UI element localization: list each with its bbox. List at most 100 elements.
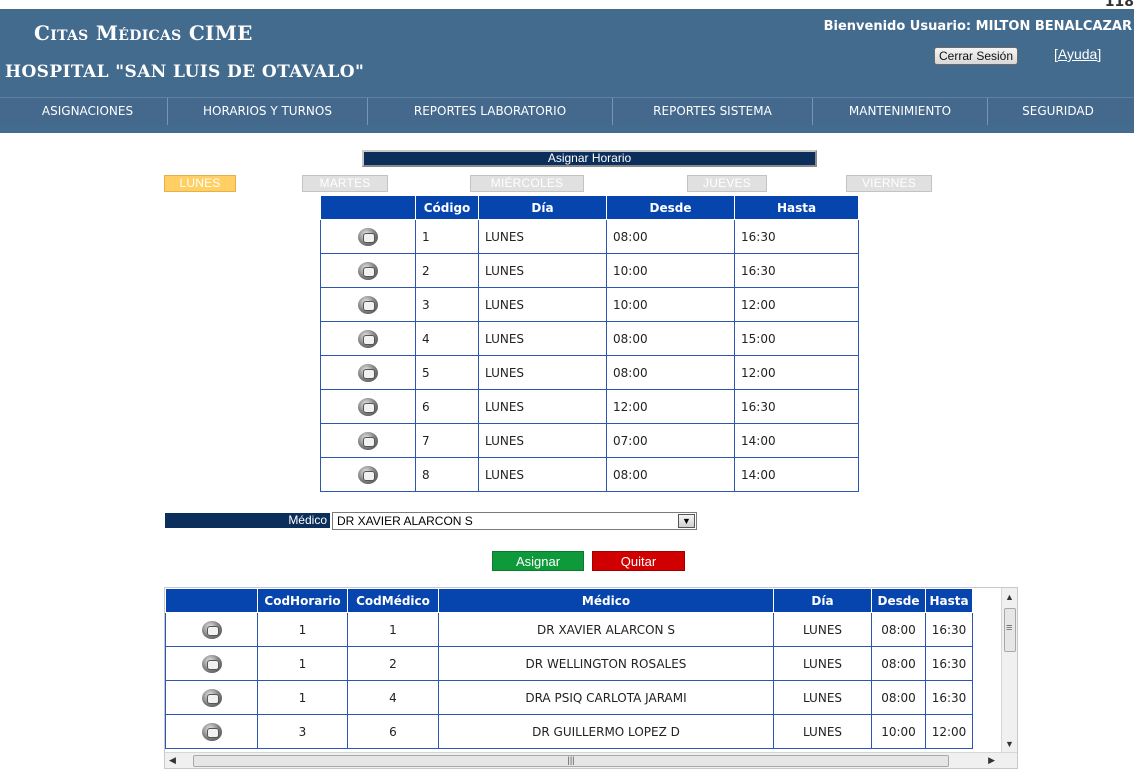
table-cell: 16:30 [925, 680, 973, 715]
column-header-dia[interactable]: Día [773, 588, 872, 613]
chevron-down-icon[interactable]: ▼ [678, 514, 695, 528]
select-cell[interactable] [320, 423, 416, 458]
horizontal-scroll-thumb[interactable]: ||| [193, 755, 949, 767]
menu-item-seguridad[interactable]: SEGURIDAD [988, 98, 1128, 125]
horizontal-scrollbar[interactable]: ◀ ||| ▶ [165, 752, 1017, 768]
assigned-header-row: CodHorario CodMédico Médico Día Desde Ha… [165, 588, 973, 613]
logout-button[interactable]: Cerrar Sesión [934, 47, 1019, 65]
select-row-icon[interactable] [201, 722, 222, 741]
table-row[interactable]: 6 LUNES 12:00 16:30 [320, 389, 859, 424]
tab-viernes[interactable]: VIERNES [846, 175, 932, 192]
column-header-dia[interactable]: Día [478, 195, 607, 220]
help-link[interactable]: [Ayuda] [1054, 46, 1101, 62]
scroll-left-icon[interactable]: ◀ [169, 755, 176, 766]
tab-miercoles[interactable]: MIÉRCOLES [470, 175, 584, 192]
tab-jueves[interactable]: JUEVES [687, 175, 767, 192]
vertical-scroll-thumb[interactable] [1004, 608, 1016, 652]
assign-button[interactable]: Asignar [492, 551, 584, 571]
scroll-right-icon[interactable]: ▶ [988, 755, 995, 766]
select-row-icon[interactable] [201, 654, 222, 673]
select-cell[interactable] [320, 287, 416, 322]
select-cell[interactable] [320, 389, 416, 424]
menu-item-asignaciones[interactable]: ASIGNACIONES [8, 98, 168, 125]
table-cell: 16:30 [734, 219, 859, 254]
column-header-select [320, 195, 416, 220]
table-row[interactable]: 1 1 DR XAVIER ALARCON S LUNES 08:00 16:30 [165, 612, 973, 647]
table-cell: 1 [415, 219, 479, 254]
column-header-desde[interactable]: Desde [606, 195, 735, 220]
assigned-schedules-table: CodHorario CodMédico Médico Día Desde Ha… [165, 588, 973, 749]
table-row[interactable]: 1 2 DR WELLINGTON ROSALES LUNES 08:00 16:30 [165, 646, 973, 681]
table-cell: 08:00 [871, 646, 926, 681]
scroll-down-icon[interactable]: ▼ [1005, 739, 1014, 749]
table-cell: 5 [415, 355, 479, 390]
table-row[interactable]: 2 LUNES 10:00 16:30 [320, 253, 859, 288]
table-row[interactable]: 1 4 DRA PSIQ CARLOTA JARAMI LUNES 08:00 16:30 [165, 680, 973, 715]
column-header-desde[interactable]: Desde [871, 588, 926, 613]
column-header-codmedico[interactable]: CodMédico [347, 588, 439, 613]
select-row-icon[interactable] [201, 620, 222, 639]
table-row[interactable]: 4 LUNES 08:00 15:00 [320, 321, 859, 356]
column-header-codigo[interactable]: Código [415, 195, 479, 220]
select-row-icon[interactable] [358, 397, 378, 416]
select-row-icon[interactable] [358, 329, 378, 348]
table-cell: 16:30 [925, 646, 973, 681]
table-cell: 3 [415, 287, 479, 322]
column-header-medico[interactable]: Médico [438, 588, 774, 613]
table-row[interactable]: 5 LUNES 08:00 12:00 [320, 355, 859, 390]
tab-martes[interactable]: MARTES [302, 175, 388, 192]
menu-item-reportes-laboratorio[interactable]: REPORTES LABORATORIO [368, 98, 613, 125]
select-row-icon[interactable] [201, 688, 222, 707]
select-cell[interactable] [320, 457, 416, 492]
table-cell: 4 [415, 321, 479, 356]
select-row-icon[interactable] [358, 227, 378, 246]
vertical-scrollbar[interactable]: ▲ ▼ [1001, 588, 1017, 753]
select-cell[interactable] [320, 219, 416, 254]
column-header-codhorario[interactable]: CodHorario [257, 588, 348, 613]
table-cell: 12:00 [734, 355, 859, 390]
menu-item-horarios[interactable]: HORARIOS Y TURNOS [168, 98, 368, 125]
select-cell[interactable] [320, 253, 416, 288]
select-row-icon[interactable] [358, 295, 378, 314]
doctor-select-value[interactable]: DR XAVIER ALARCON S [337, 514, 473, 528]
hospital-name: HOSPITAL "SAN LUIS DE OTAVALO" [5, 62, 365, 82]
remove-button[interactable]: Quitar [592, 551, 685, 571]
table-cell: 16:30 [734, 389, 859, 424]
table-cell: 2 [415, 253, 479, 288]
table-cell: 7 [415, 423, 479, 458]
select-cell[interactable] [165, 612, 258, 647]
select-cell[interactable] [165, 646, 258, 681]
table-cell: LUNES [478, 389, 607, 424]
select-row-icon[interactable] [358, 363, 378, 382]
table-row[interactable]: 7 LUNES 07:00 14:00 [320, 423, 859, 458]
assigned-schedules-grid: CodHorario CodMédico Médico Día Desde Ha… [164, 587, 1018, 769]
table-cell: 08:00 [606, 457, 735, 492]
table-row[interactable]: 3 LUNES 10:00 12:00 [320, 287, 859, 322]
select-row-icon[interactable] [358, 465, 378, 484]
column-header-hasta[interactable]: Hasta [734, 195, 859, 220]
select-cell[interactable] [165, 714, 258, 749]
doctor-select[interactable]: DR XAVIER ALARCON S ▼ [332, 512, 697, 530]
table-cell: LUNES [773, 714, 872, 749]
table-cell: 2 [347, 646, 439, 681]
table-cell: 10:00 [871, 714, 926, 749]
table-row[interactable]: 1 LUNES 08:00 16:30 [320, 219, 859, 254]
menu-item-reportes-sistema[interactable]: REPORTES SISTEMA [613, 98, 813, 125]
scroll-up-icon[interactable]: ▲ [1005, 592, 1014, 602]
help-link-label[interactable]: Ayuda [1058, 46, 1097, 62]
select-cell[interactable] [320, 355, 416, 390]
table-cell: 14:00 [734, 457, 859, 492]
select-cell[interactable] [320, 321, 416, 356]
column-header-hasta[interactable]: Hasta [925, 588, 973, 613]
menu-item-mantenimiento[interactable]: MANTENIMIENTO [813, 98, 988, 125]
table-cell: 16:30 [734, 253, 859, 288]
table-row[interactable]: 8 LUNES 08:00 14:00 [320, 457, 859, 492]
tab-lunes[interactable]: LUNES [164, 175, 236, 192]
select-row-icon[interactable] [358, 431, 378, 450]
table-cell: 1 [257, 680, 348, 715]
select-row-icon[interactable] [358, 261, 378, 280]
select-cell[interactable] [165, 680, 258, 715]
table-row[interactable]: 3 6 DR GUILLERMO LOPEZ D LUNES 10:00 12:00 [165, 714, 973, 749]
table-cell: 12:00 [925, 714, 973, 749]
table-cell: LUNES [478, 423, 607, 458]
